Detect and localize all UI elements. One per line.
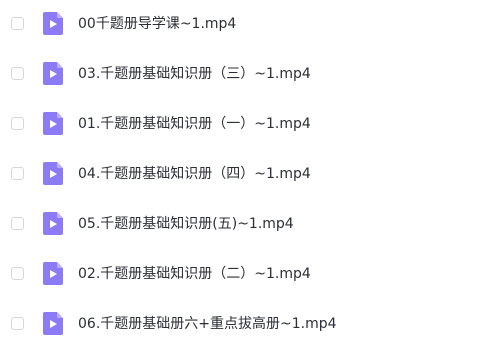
file-row[interactable]: 06.千题册基础册六+重点拔高册~1.mp4 [0, 300, 481, 350]
file-row[interactable]: 04.千题册基础知识册（四）~1.mp4 [0, 150, 481, 200]
file-name[interactable]: 06.千题册基础册六+重点拔高册~1.mp4 [78, 313, 337, 335]
select-checkbox[interactable] [11, 267, 24, 280]
file-name[interactable]: 04.千题册基础知识册（四）~1.mp4 [78, 163, 311, 185]
select-checkbox[interactable] [11, 217, 24, 230]
file-row[interactable]: 05.千题册基础知识册(五)~1.mp4 [0, 200, 481, 250]
video-file-icon [43, 162, 63, 185]
file-name[interactable]: 01.千题册基础知识册（一）~1.mp4 [78, 113, 311, 135]
video-file-icon [43, 112, 63, 135]
video-file-icon [43, 262, 63, 285]
file-name[interactable]: 03.千题册基础知识册（三）~1.mp4 [78, 63, 311, 85]
file-row[interactable]: 03.千题册基础知识册（三）~1.mp4 [0, 50, 481, 100]
select-checkbox[interactable] [11, 67, 24, 80]
video-file-icon [43, 312, 63, 335]
file-row[interactable]: 01.千题册基础知识册（一）~1.mp4 [0, 100, 481, 150]
select-checkbox[interactable] [11, 17, 24, 30]
select-checkbox[interactable] [11, 117, 24, 130]
file-name[interactable]: 00千题册导学课~1.mp4 [78, 13, 236, 35]
file-name[interactable]: 02.千题册基础知识册（二）~1.mp4 [78, 263, 311, 285]
select-checkbox[interactable] [11, 317, 24, 330]
file-row[interactable]: 00千题册导学课~1.mp4 [0, 0, 481, 50]
video-file-icon [43, 62, 63, 85]
video-file-icon [43, 12, 63, 35]
file-row[interactable]: 02.千题册基础知识册（二）~1.mp4 [0, 250, 481, 300]
select-checkbox[interactable] [11, 167, 24, 180]
video-file-icon [43, 212, 63, 235]
file-name[interactable]: 05.千题册基础知识册(五)~1.mp4 [78, 213, 294, 235]
